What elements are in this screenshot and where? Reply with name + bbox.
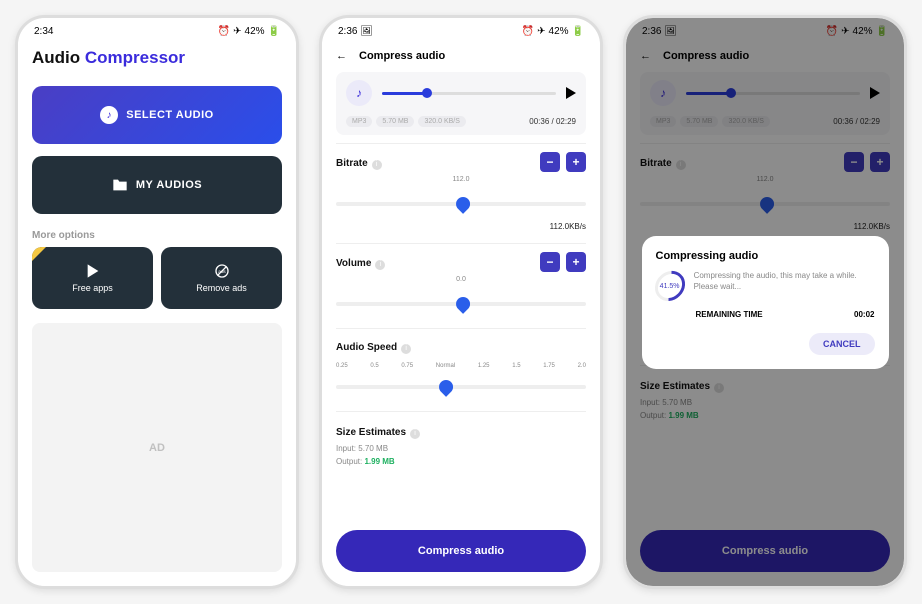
music-note-icon: ♪ xyxy=(346,80,372,106)
music-note-icon: ♪ xyxy=(100,106,118,124)
audio-player: ♪ MP3 5.70 MB 320.0 KB/S 00:36 / 02:29 xyxy=(336,72,586,135)
status-bar: 2:34 ⏰ ✈ 42%🔋 xyxy=(18,18,296,44)
play-store-icon xyxy=(85,263,101,279)
status-icons: ⏰ ✈ 42%🔋 xyxy=(522,26,584,37)
modal-message: Compressing the audio, this may take a w… xyxy=(694,270,875,292)
bitrate-value: 112.0KB/s xyxy=(336,216,586,231)
more-options-label: More options xyxy=(18,220,296,247)
bitrate-slider[interactable]: 112.0 xyxy=(336,186,586,212)
volume-minus-button[interactable]: − xyxy=(540,252,560,272)
ad-placeholder: AD xyxy=(32,323,282,572)
status-icons: ⏰ ✈ 42%🔋 xyxy=(218,26,280,37)
info-icon[interactable]: i xyxy=(410,429,420,439)
my-audios-button[interactable]: MY AUDIOS xyxy=(32,156,282,214)
speed-slider[interactable]: 0.250.50.75Normal1.251.51.752.0 xyxy=(336,369,586,395)
phone-compressing: 2:36 🖼 ⏰ ✈ 42%🔋 ← Compress audio ♪ MP35.… xyxy=(623,15,907,589)
remove-ads-button[interactable]: ads Remove ads xyxy=(161,247,282,309)
back-button[interactable]: ← xyxy=(336,50,347,62)
remaining-time-value: 00:02 xyxy=(854,310,874,319)
status-bar: 2:36 🖼 ⏰ ✈ 42%🔋 xyxy=(322,18,600,44)
folder-icon xyxy=(112,178,128,192)
modal-title: Compressing audio xyxy=(656,250,875,262)
seek-bar[interactable] xyxy=(382,92,556,95)
phone-home: 2:34 ⏰ ✈ 42%🔋 Audio Compressor ♪ SELECT … xyxy=(15,15,299,589)
volume-section: Volumei −+ 0.0 xyxy=(336,243,586,320)
phone-compress: 2:36 🖼 ⏰ ✈ 42%🔋 ← Compress audio ♪ MP3 xyxy=(319,15,603,589)
drop-icon xyxy=(436,377,456,397)
select-audio-button[interactable]: ♪ SELECT AUDIO xyxy=(32,86,282,144)
compressing-modal: Compressing audio 41.5% Compressing the … xyxy=(642,236,889,369)
cancel-button[interactable]: CANCEL xyxy=(809,333,875,355)
corner-badge-icon xyxy=(32,247,46,261)
play-time: 00:36 / 02:29 xyxy=(529,117,576,126)
bitrate-section: Bitratei −+ 112.0 112.0KB/s xyxy=(336,143,586,235)
info-icon[interactable]: i xyxy=(372,160,382,170)
drop-icon xyxy=(453,194,473,214)
bitrate-minus-button[interactable]: − xyxy=(540,152,560,172)
audio-badges: MP3 5.70 MB 320.0 KB/S xyxy=(346,116,466,127)
compress-audio-button[interactable]: Compress audio xyxy=(336,530,586,572)
no-ads-icon: ads xyxy=(214,263,230,279)
page-header: ← Compress audio xyxy=(322,44,600,72)
remaining-time-label: REMAINING TIME xyxy=(696,310,763,319)
app-title: Audio Compressor xyxy=(18,44,296,80)
modal-overlay: Compressing audio 41.5% Compressing the … xyxy=(626,18,904,586)
drop-icon xyxy=(453,294,473,314)
page-title: Compress audio xyxy=(359,50,445,62)
bitrate-plus-button[interactable]: + xyxy=(566,152,586,172)
play-button[interactable] xyxy=(566,87,576,99)
volume-slider[interactable]: 0.0 xyxy=(336,286,586,312)
status-time: 2:36 🖼 xyxy=(338,26,373,37)
size-estimates: Size Estimatesi Input: 5.70 MB Output: 1… xyxy=(336,411,586,466)
speed-section: Audio Speedi 0.250.50.75Normal1.251.51.7… xyxy=(336,328,586,403)
progress-ring-icon: 41.5% xyxy=(648,264,690,306)
info-icon[interactable]: i xyxy=(401,344,411,354)
free-apps-button[interactable]: Free apps xyxy=(32,247,153,309)
info-icon[interactable]: i xyxy=(375,260,385,270)
volume-plus-button[interactable]: + xyxy=(566,252,586,272)
status-time: 2:34 xyxy=(34,26,53,37)
